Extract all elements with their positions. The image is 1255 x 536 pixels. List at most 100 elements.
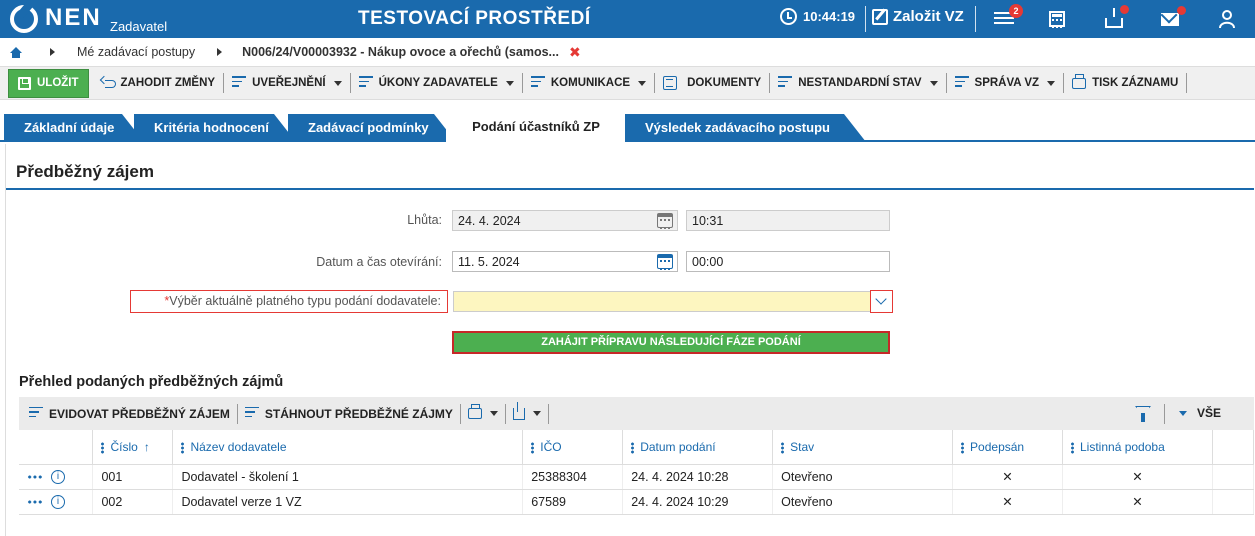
documents-label: DOKUMENTY	[687, 77, 762, 89]
table-row[interactable]: i 001 Dodavatel - školení 1 25388304 24.…	[19, 464, 1255, 490]
filter-icon[interactable]	[1135, 406, 1151, 422]
edit-icon	[872, 8, 888, 25]
opening-time-field[interactable]: 00:00	[686, 251, 890, 272]
communication-menu[interactable]: KOMUNIKACE	[523, 76, 654, 90]
column-header-filler	[1212, 430, 1255, 465]
show-all-label: VŠE	[1197, 406, 1222, 420]
calendar-icon[interactable]	[657, 254, 673, 270]
column-menu-icon[interactable]	[781, 441, 785, 454]
column-menu-icon[interactable]	[101, 441, 105, 454]
tab-procedure-result[interactable]: Výsledek zadávacího postupu	[625, 114, 866, 142]
breadcrumb: Mé zadávací postupy N006/24/V00003932 - …	[0, 38, 1255, 66]
publish-menu[interactable]: UVEŘEJNĚNÍ	[224, 76, 350, 90]
main-toolbar: ULOŽIT ZAHODIT ZMĚNY UVEŘEJNĚNÍ ÚKONY ZA…	[0, 66, 1255, 100]
tab-basic-info[interactable]: Základní údaje	[4, 114, 144, 142]
column-menu-icon[interactable]	[1071, 441, 1074, 454]
submission-type-label: *Výběr aktuálně platného typu podání dod…	[130, 290, 448, 313]
deadline-time-field: 10:31	[686, 210, 890, 231]
more-icon[interactable]	[27, 474, 43, 479]
info-icon[interactable]: i	[51, 494, 65, 509]
admin-menu[interactable]: SPRÁVA VZ	[947, 76, 1064, 90]
create-vz-button[interactable]: Založit VZ	[872, 8, 964, 25]
tab-participant-submissions[interactable]: Podání účastníků ZP	[446, 112, 626, 144]
column-menu-icon[interactable]	[181, 441, 185, 454]
logo-text[interactable]: NEN	[45, 4, 102, 32]
more-icon[interactable]	[27, 499, 43, 504]
submission-type-label-text: Výběr aktuálně platného typu podání doda…	[169, 294, 441, 308]
table-row[interactable]: i 002 Dodavatel verze 1 VZ 67589 24. 4. …	[19, 489, 1255, 515]
cell-ico: 25388304	[522, 464, 624, 490]
column-menu-icon[interactable]	[531, 441, 535, 454]
grid-print-menu[interactable]	[461, 404, 505, 419]
start-next-phase-button[interactable]: ZAHÁJIT PŘÍPRAVU NÁSLEDUJÍCÍ FÁZE PODÁNÍ	[452, 331, 890, 354]
list-icon	[530, 76, 545, 90]
mail-icon[interactable]	[1161, 6, 1186, 26]
table-header-row: Číslo ↑ Název dodavatele IČO Datum podání…	[19, 430, 1255, 465]
list-icon	[232, 76, 247, 90]
toolbar-divider	[1186, 73, 1188, 93]
printer-icon	[467, 404, 482, 419]
breadcrumb-item-current[interactable]: N006/24/V00003932 - Nákup ovoce a ořechů…	[242, 45, 559, 59]
column-header-status[interactable]: Stav	[772, 430, 954, 465]
cell-date: 24. 4. 2024 10:28	[622, 464, 774, 490]
discard-label: ZAHODIT ZMĚNY	[120, 77, 216, 89]
column-header-signed[interactable]: Podepsán	[952, 430, 1063, 465]
caret-down-icon	[1047, 80, 1056, 86]
column-header-paper[interactable]: Listinná podoba	[1062, 430, 1213, 465]
opening-label: Datum a čas otevírání:	[316, 255, 442, 269]
chevron-down-icon[interactable]	[870, 290, 893, 313]
nonstandard-state-menu[interactable]: NESTANDARDNÍ STAV	[770, 76, 945, 90]
document-icon	[663, 76, 678, 90]
list-icon	[244, 406, 259, 421]
documents-button[interactable]: DOKUMENTY	[655, 76, 769, 90]
admin-label: SPRÁVA VZ	[974, 77, 1040, 89]
column-header-ico[interactable]: IČO	[522, 430, 624, 465]
column-menu-icon[interactable]	[961, 441, 965, 454]
breadcrumb-item-procedures[interactable]: Mé zadávací postupy	[77, 45, 195, 59]
inbox-icon[interactable]	[1105, 5, 1129, 28]
calculator-icon[interactable]	[1049, 11, 1065, 28]
row-actions[interactable]: i	[19, 489, 94, 515]
save-button[interactable]: ULOŽIT	[8, 68, 89, 98]
floppy-icon	[18, 76, 31, 90]
tab-evaluation-criteria[interactable]: Kritéria hodnocení	[134, 114, 296, 142]
column-header-supplier[interactable]: Název dodavatele	[172, 430, 524, 465]
show-all-toggle[interactable]: VŠE	[1179, 406, 1221, 420]
menu-icon[interactable]: 2	[994, 4, 1023, 29]
actions-menu[interactable]: ÚKONY ZADAVATELE	[351, 76, 522, 90]
opening-date-field[interactable]: 11. 5. 2024	[452, 251, 678, 272]
user-icon[interactable]	[1219, 10, 1239, 30]
cell-paper: ✕	[1062, 464, 1213, 490]
list-icon	[358, 76, 373, 90]
discard-changes-button[interactable]: ZAHODIT ZMĚNY	[89, 77, 224, 89]
deadline-date-field: 24. 4. 2024	[452, 210, 678, 231]
top-header: NEN Zadavatel TESTOVACÍ PROSTŘEDÍ 10:44:…	[0, 0, 1255, 38]
row-actions[interactable]: i	[19, 464, 94, 490]
main-content: Předběžný zájem Lhůta: 24. 4. 2024 10:31…	[5, 144, 1255, 536]
logo-icon[interactable]	[10, 5, 38, 33]
toolbar-divider	[1164, 404, 1165, 424]
interests-table: Číslo ↑ Název dodavatele IČO Datum podání…	[19, 430, 1255, 515]
print-record-button[interactable]: TISK ZÁZNAMU	[1064, 73, 1186, 89]
submission-type-select[interactable]	[453, 290, 893, 313]
cell-paper: ✕	[1062, 489, 1213, 515]
grid-export-menu[interactable]	[506, 401, 548, 420]
notification-badge: 2	[1009, 4, 1023, 18]
column-header-number[interactable]: Číslo ↑	[92, 430, 174, 465]
home-icon[interactable]	[10, 46, 22, 58]
caret-down-icon	[489, 411, 498, 416]
column-header-date[interactable]: Datum podání	[622, 430, 774, 465]
info-icon[interactable]: i	[51, 469, 65, 484]
column-menu-icon[interactable]	[631, 441, 635, 454]
cell-signed: ✕	[952, 464, 1063, 490]
download-interests-button[interactable]: STÁHNOUT PŘEDBĚŽNÉ ZÁJMY	[238, 406, 460, 421]
close-icon[interactable]: ✖	[569, 44, 581, 61]
sort-ascending-icon[interactable]: ↑	[144, 440, 150, 454]
cell-number: 001	[92, 464, 174, 490]
register-interest-button[interactable]: EVIDOVAT PŘEDBĚŽNÝ ZÁJEM	[19, 406, 237, 421]
cell-ico: 67589	[522, 489, 624, 515]
cell-supplier: Dodavatel - školení 1	[172, 464, 524, 490]
register-label: EVIDOVAT PŘEDBĚŽNÝ ZÁJEM	[49, 406, 230, 421]
cell-status: Otevřeno	[772, 464, 954, 490]
tab-tender-conditions[interactable]: Zadávací podmínky	[288, 114, 456, 142]
